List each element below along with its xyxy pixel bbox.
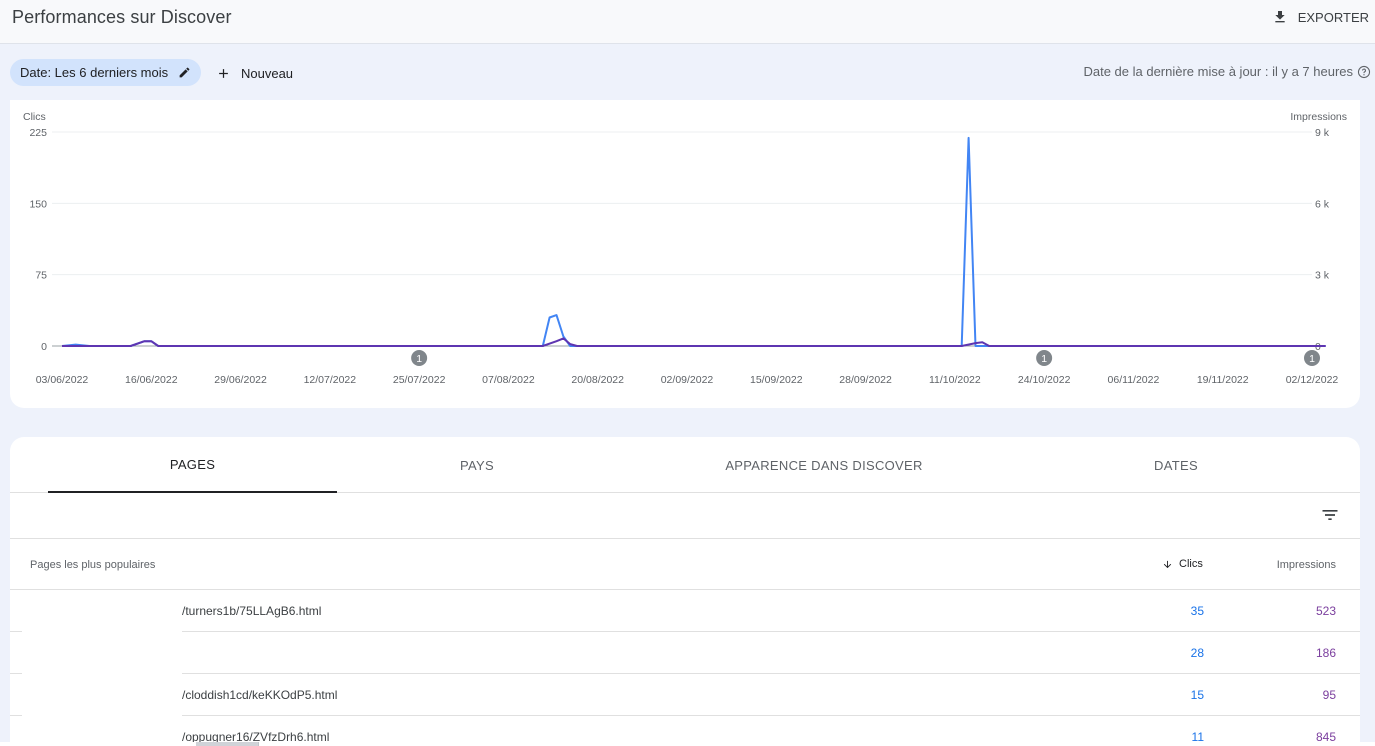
plus-icon [219, 68, 228, 78]
row-clics: 15 [1190, 688, 1204, 702]
x-tick-label: 11/10/2022 [929, 374, 981, 386]
scrollbar-segment [0, 742, 196, 746]
x-tick-label: 29/06/2022 [214, 374, 267, 386]
x-tick-label: 15/09/2022 [750, 374, 803, 386]
table-row[interactable]: /turners1b/75LLAgB6.html 35 523 [10, 590, 1360, 632]
tab-pays[interactable]: PAYS [337, 437, 617, 493]
x-tick-label: 25/07/2022 [393, 374, 446, 386]
left-tick-label: 0 [41, 341, 47, 353]
row-divider [10, 631, 22, 632]
performance-chart-card: Clics Impressions 225 9 k 150 6 k 75 3 k 0 0 03/06… [10, 100, 1360, 408]
x-tick-label: 19/11/2022 [1197, 374, 1249, 386]
right-tick-label: 6 k [1315, 198, 1330, 210]
x-tick-label: 03/06/2022 [36, 374, 89, 386]
dimension-tabs: PAGES PAYS APPARENCE DANS DISCOVER DATES [10, 437, 1360, 493]
row-url[interactable]: /cloddish1cd/keKKOdP5.html [182, 688, 337, 702]
x-tick-label: 24/10/2022 [1018, 374, 1071, 386]
table-header: Pages les plus populaires Clics Impressi… [10, 539, 1360, 590]
download-icon [1275, 11, 1285, 23]
series-line-clics[interactable] [62, 337, 1326, 347]
left-tick-label: 225 [29, 127, 47, 139]
x-tick-label: 02/12/2022 [1286, 374, 1339, 386]
x-tick-label: 28/09/2022 [839, 374, 892, 386]
x-tick-label: 20/08/2022 [571, 374, 624, 386]
date-filter-label: Date: Les 6 derniers mois [20, 65, 169, 80]
row-impressions: 186 [1315, 646, 1336, 660]
export-button[interactable]: EXPORTER [1272, 6, 1369, 28]
row-divider [10, 715, 22, 716]
performance-chart[interactable]: Clics Impressions225 9 k150 6 k75 3 k0 003/06… [10, 100, 1360, 408]
x-tick-label: 06/11/2022 [1108, 374, 1160, 386]
x-tick-label: 16/06/2022 [125, 374, 178, 386]
filter-bar: Date: Les 6 derniers mois Nouveau Date d… [0, 44, 1375, 100]
row-divider [10, 673, 22, 674]
results-table-card: PAGES PAYS APPARENCE DANS DISCOVER DATES… [10, 437, 1360, 746]
annotation-label: 1 [1041, 353, 1047, 365]
row-impressions: 523 [1315, 604, 1336, 618]
new-filter-label: Nouveau [241, 65, 294, 81]
column-header-clics-label: Clics [1179, 558, 1203, 570]
x-tick-label: 12/07/2022 [304, 374, 357, 386]
right-tick-label: 9 k [1315, 127, 1330, 139]
left-axis-title: Clics [23, 111, 46, 123]
pencil-icon [179, 67, 190, 78]
table-toolbar [10, 493, 1360, 539]
last-update-text: Date de la dernière mise à jour : il y a… [1083, 64, 1353, 79]
right-axis-title: Impressions [1290, 111, 1347, 123]
row-impressions: 95 [1322, 688, 1336, 702]
help-circle-icon[interactable] [1357, 65, 1371, 79]
filter-lines-icon[interactable] [1320, 505, 1340, 525]
scrollbar-segment [258, 742, 1375, 746]
tab-pages[interactable]: PAGES [48, 437, 337, 493]
table-row[interactable]: 28 186 [10, 632, 1360, 674]
annotation-label: 1 [416, 353, 422, 365]
annotation-label: 1 [1309, 353, 1315, 365]
column-header-clics[interactable]: Clics [1162, 558, 1203, 570]
left-tick-label: 75 [35, 270, 47, 282]
redacted-area [10, 590, 182, 746]
row-clics: 35 [1190, 604, 1204, 618]
export-label: EXPORTER [1297, 9, 1369, 25]
last-update-info: Date de la dernière mise à jour : il y a… [1083, 64, 1371, 79]
tab-apparence[interactable]: APPARENCE DANS DISCOVER [617, 437, 1031, 493]
column-header-pages: Pages les plus populaires [30, 559, 156, 571]
row-clics: 28 [1190, 646, 1204, 660]
column-header-impressions[interactable]: Impressions [1277, 559, 1336, 571]
horizontal-scrollbar[interactable] [0, 742, 1375, 746]
table-row[interactable]: /cloddish1cd/keKKOdP5.html 15 95 [10, 674, 1360, 716]
arrow-down-icon [1163, 560, 1172, 568]
left-tick-label: 150 [29, 198, 47, 210]
row-url[interactable]: /turners1b/75LLAgB6.html [182, 604, 321, 618]
x-tick-label: 02/09/2022 [661, 374, 714, 386]
right-tick-label: 3 k [1315, 270, 1330, 282]
new-filter-button[interactable]: Nouveau [216, 62, 293, 84]
date-filter-chip[interactable]: Date: Les 6 derniers mois [10, 59, 202, 86]
x-tick-label: 07/08/2022 [482, 374, 535, 386]
page-title: Performances sur Discover [12, 7, 232, 27]
tab-dates[interactable]: DATES [1031, 437, 1321, 493]
series-line-impressions[interactable] [61, 136, 1326, 347]
page-header: Performances sur Discover EXPORTER [0, 0, 1375, 44]
